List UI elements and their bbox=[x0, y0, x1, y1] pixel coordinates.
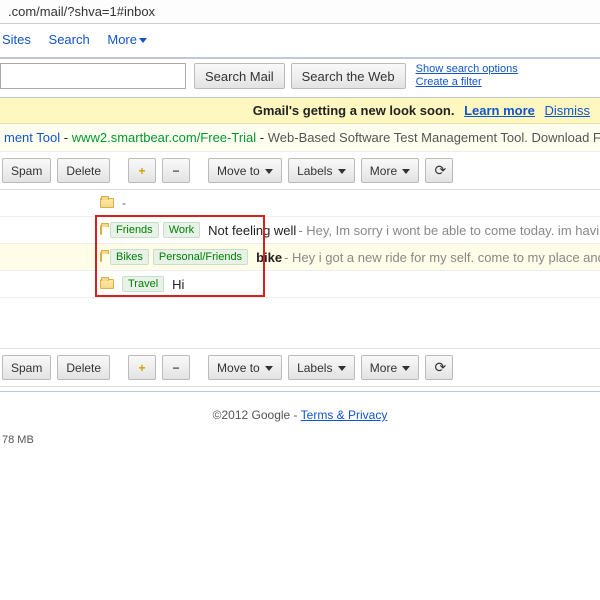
url-bar: .com/mail/?shva=1#inbox bbox=[0, 0, 600, 24]
refresh-button[interactable]: ⟳ bbox=[425, 355, 453, 380]
label-tag[interactable]: Bikes bbox=[110, 249, 149, 265]
label-add-button[interactable]: + bbox=[128, 355, 156, 380]
spam-button[interactable]: Spam bbox=[2, 158, 51, 183]
chevron-down-icon bbox=[139, 38, 147, 43]
minus-icon: − bbox=[173, 164, 180, 178]
delete-button[interactable]: Delete bbox=[57, 355, 110, 380]
banner-msg: Gmail's getting a new look soon. bbox=[253, 103, 455, 118]
message-row[interactable]: BikesPersonal/Friends bike - Hey i got a … bbox=[0, 244, 600, 271]
toolbar-bottom: Spam Delete + − Move to Labels More ⟳ bbox=[0, 348, 600, 387]
banner-learn-more-link[interactable]: Learn more bbox=[464, 103, 535, 118]
refresh-icon: ⟳ bbox=[434, 359, 446, 375]
folder-icon bbox=[100, 279, 114, 289]
plus-icon: + bbox=[139, 361, 146, 375]
search-input[interactable] bbox=[0, 63, 186, 89]
storage-text: 78 MB bbox=[0, 428, 600, 452]
moveto-button[interactable]: Move to bbox=[208, 158, 282, 183]
plus-icon: + bbox=[139, 164, 146, 178]
more-button[interactable]: More bbox=[361, 355, 420, 380]
search-web-button[interactable]: Search the Web bbox=[291, 63, 406, 89]
minus-icon: − bbox=[173, 361, 180, 375]
delete-button[interactable]: Delete bbox=[57, 158, 110, 183]
message-subject: Not feeling well bbox=[208, 223, 296, 238]
thread-header-row: - bbox=[0, 190, 600, 217]
chevron-down-icon bbox=[402, 366, 410, 371]
message-list: FriendsWork Not feeling well - Hey, Im so… bbox=[0, 217, 600, 298]
folder-icon bbox=[100, 225, 102, 235]
label-remove-button[interactable]: − bbox=[162, 158, 190, 183]
label-tag[interactable]: Work bbox=[163, 222, 200, 238]
show-search-options-link[interactable]: Show search options bbox=[416, 63, 518, 76]
search-options: Show search options Create a filter bbox=[416, 63, 518, 89]
chevron-down-icon bbox=[265, 366, 273, 371]
ad-row[interactable]: ment Tool - www2.smartbear.com/Free-Tria… bbox=[0, 124, 600, 152]
message-subject: bike bbox=[256, 250, 282, 265]
toolbar-top: Spam Delete + − Move to Labels More ⟳ bbox=[0, 152, 600, 190]
chevron-down-icon bbox=[265, 169, 273, 174]
chevron-down-icon bbox=[338, 169, 346, 174]
labels-button[interactable]: Labels bbox=[288, 355, 355, 380]
label-remove-button[interactable]: − bbox=[162, 355, 190, 380]
message-subject: Hi bbox=[172, 277, 184, 292]
search-bar: Search Mail Search the Web Show search o… bbox=[0, 57, 600, 98]
refresh-button[interactable]: ⟳ bbox=[425, 158, 453, 183]
folder-icon bbox=[100, 252, 102, 262]
newlook-banner: Gmail's getting a new look soon. Learn m… bbox=[0, 98, 600, 124]
chevron-down-icon bbox=[402, 169, 410, 174]
moveto-button[interactable]: Move to bbox=[208, 355, 282, 380]
banner-dismiss-link[interactable]: Dismiss bbox=[545, 103, 591, 118]
ad-desc: Web-Based Software Test Management Tool.… bbox=[268, 130, 600, 145]
footer-copyright: ©2012 Google - bbox=[213, 408, 301, 422]
nav-sites[interactable]: Sites bbox=[2, 32, 31, 47]
more-button[interactable]: More bbox=[361, 158, 420, 183]
label-tag[interactable]: Personal/Friends bbox=[153, 249, 248, 265]
create-filter-link[interactable]: Create a filter bbox=[416, 76, 518, 89]
nav-search[interactable]: Search bbox=[49, 32, 90, 47]
top-nav: Sites Search More bbox=[0, 24, 600, 53]
folder-icon bbox=[100, 198, 114, 208]
footer: ©2012 Google - Terms & Privacy bbox=[0, 391, 600, 428]
ad-url: www2.smartbear.com/Free-Trial bbox=[72, 130, 256, 145]
label-add-button[interactable]: + bbox=[128, 158, 156, 183]
refresh-icon: ⟳ bbox=[434, 162, 446, 178]
message-row[interactable]: Travel Hi bbox=[0, 271, 600, 298]
label-tag[interactable]: Travel bbox=[122, 276, 164, 292]
spam-button[interactable]: Spam bbox=[2, 355, 51, 380]
ad-title: ment Tool bbox=[4, 130, 60, 145]
message-row[interactable]: FriendsWork Not feeling well - Hey, Im so… bbox=[0, 217, 600, 244]
label-tag[interactable]: Friends bbox=[110, 222, 159, 238]
terms-link[interactable]: Terms & Privacy bbox=[301, 408, 388, 422]
nav-more[interactable]: More bbox=[107, 32, 147, 47]
chevron-down-icon bbox=[338, 366, 346, 371]
labels-button[interactable]: Labels bbox=[288, 158, 355, 183]
header-dash: - bbox=[122, 196, 126, 210]
message-preview: - Hey, Im sorry i wont be able to come t… bbox=[298, 223, 600, 238]
message-preview: - Hey i got a new ride for my self. come… bbox=[284, 250, 600, 265]
search-mail-button[interactable]: Search Mail bbox=[194, 63, 285, 89]
